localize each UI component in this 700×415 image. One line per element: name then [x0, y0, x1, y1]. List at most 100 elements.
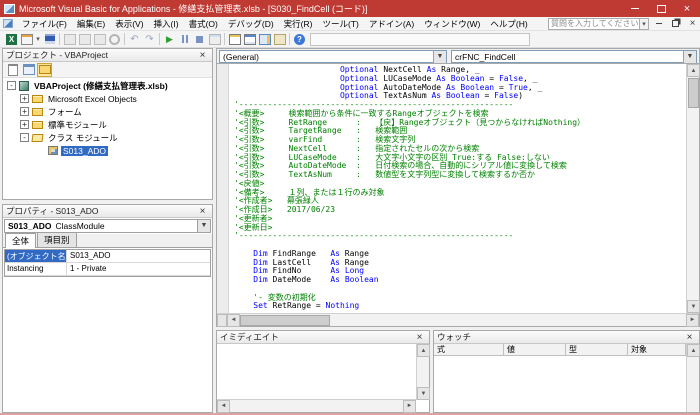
object-combo-dropdown-icon[interactable]: ▼: [197, 220, 210, 232]
immediate-vertical-scrollbar[interactable]: ▲ ▼: [416, 344, 429, 400]
scroll-up-icon[interactable]: ▲: [687, 344, 700, 357]
properties-close-icon[interactable]: ×: [196, 206, 209, 217]
property-value[interactable]: S013_ADO: [67, 250, 210, 262]
object-dropdown[interactable]: (General) ▼: [219, 50, 447, 63]
maximize-button[interactable]: [648, 0, 674, 17]
menu-item-2[interactable]: 表示(V): [110, 17, 148, 31]
collapse-icon[interactable]: -: [20, 133, 29, 142]
scroll-up-icon[interactable]: ▲: [687, 64, 700, 77]
tree-item-label[interactable]: S013_ADO: [61, 146, 108, 156]
scroll-left-icon[interactable]: ◄: [217, 400, 230, 413]
breakpoint-margin[interactable]: [217, 64, 229, 313]
properties-window-icon[interactable]: [242, 32, 257, 47]
code-text[interactable]: Optional NextCell As Range, _ Optional L…: [229, 64, 699, 313]
menu-item-4[interactable]: 書式(O): [184, 17, 223, 31]
immediate-header[interactable]: イミディエイト ×: [217, 331, 429, 344]
immediate-horizontal-scrollbar[interactable]: ◄ ►: [217, 399, 416, 412]
menu-item-7[interactable]: ツール(T): [317, 17, 363, 31]
menu-item-9[interactable]: ウィンドウ(W): [419, 17, 485, 31]
menu-item-10[interactable]: ヘルプ(H): [485, 17, 532, 31]
property-row[interactable]: (オブジェクト名) S013_ADO: [5, 250, 210, 263]
paste-icon[interactable]: [92, 32, 107, 47]
procedure-dropdown-icon[interactable]: ▼: [683, 51, 696, 63]
copy-icon[interactable]: [77, 32, 92, 47]
collapse-icon[interactable]: -: [7, 81, 16, 90]
code-line[interactable]: '<作成日> 2017/06/23: [234, 206, 699, 215]
tree-item-label[interactable]: Microsoft Excel Objects: [46, 94, 139, 104]
save-icon[interactable]: [42, 32, 57, 47]
cut-icon[interactable]: [62, 32, 77, 47]
tree-item-vbaproject[interactable]: - VBAProject (修繕支払管理表.xlsb): [3, 79, 212, 92]
code-editor[interactable]: Optional NextCell As Range, _ Optional L…: [217, 64, 699, 313]
design-mode-icon[interactable]: [207, 32, 222, 47]
tree-item-label[interactable]: フォーム: [46, 106, 84, 118]
tab-categorized[interactable]: 項目別: [37, 232, 77, 247]
toolbox-icon[interactable]: [272, 32, 287, 47]
tab-alphabetic[interactable]: 全体: [5, 233, 36, 248]
run-icon[interactable]: [162, 32, 177, 47]
tree-item-label[interactable]: 標準モジュール: [46, 119, 109, 131]
code-line[interactable]: Dim DateMode As Boolean: [234, 276, 699, 285]
code-line[interactable]: '---------------------------------------…: [234, 232, 699, 241]
menu-item-6[interactable]: 実行(R): [279, 17, 318, 31]
tree-item-forms[interactable]: + フォーム: [3, 105, 212, 118]
immediate-close-icon[interactable]: ×: [413, 332, 426, 343]
menu-item-3[interactable]: 挿入(I): [149, 17, 184, 31]
toggle-folders-icon[interactable]: [37, 63, 52, 77]
tree-item-label[interactable]: クラス モジュール: [46, 132, 120, 144]
project-explorer-header[interactable]: プロジェクト - VBAProject ×: [3, 49, 212, 62]
menu-item-5[interactable]: デバッグ(D): [223, 17, 279, 31]
project-explorer-icon[interactable]: [227, 32, 242, 47]
expand-icon[interactable]: +: [20, 107, 29, 116]
menu-item-8[interactable]: アドイン(A): [364, 17, 419, 31]
watch-header[interactable]: ウォッチ ×: [434, 331, 699, 344]
scrollbar-thumb[interactable]: [240, 315, 330, 326]
procedure-dropdown[interactable]: crFNC_FindCell ▼: [451, 50, 697, 63]
property-row[interactable]: Instancing 1 - Private: [5, 263, 210, 276]
property-name[interactable]: (オブジェクト名): [5, 250, 67, 262]
tree-item-class-modules[interactable]: - クラス モジュール: [3, 131, 212, 144]
question-input[interactable]: 質問を入力してください: [548, 18, 640, 30]
view-code-icon[interactable]: [5, 63, 20, 77]
expand-icon[interactable]: +: [20, 94, 29, 103]
project-explorer-close-icon[interactable]: ×: [196, 50, 209, 61]
watch-column-2[interactable]: 型: [566, 344, 628, 355]
scroll-right-icon[interactable]: ►: [686, 314, 699, 327]
watch-vertical-scrollbar[interactable]: ▲: [686, 344, 699, 412]
object-browser-icon[interactable]: [257, 32, 272, 47]
tree-item-std-modules[interactable]: + 標準モジュール: [3, 118, 212, 131]
watch-column-1[interactable]: 値: [504, 344, 566, 355]
dropdown-icon[interactable]: [34, 32, 42, 47]
scroll-up-icon[interactable]: ▲: [417, 344, 430, 357]
code-line[interactable]: '<更新者>: [234, 215, 699, 224]
property-name[interactable]: Instancing: [5, 263, 67, 275]
view-object-icon[interactable]: [21, 63, 36, 77]
tree-item-label[interactable]: VBAProject (修繕支払管理表.xlsb): [32, 80, 170, 92]
code-line[interactable]: '<引数> TextAsNum : 数値型を文字列型に変換して検索するか否か: [234, 171, 699, 180]
close-button[interactable]: ×: [674, 0, 700, 17]
code-vertical-scrollbar[interactable]: ▲ ▼: [686, 64, 699, 313]
scroll-down-icon[interactable]: ▼: [687, 300, 700, 313]
undo-icon[interactable]: [127, 32, 142, 47]
scroll-down-icon[interactable]: ▼: [417, 387, 430, 400]
child-system-menu-icon[interactable]: [3, 19, 13, 28]
question-dropdown-icon[interactable]: ▾: [640, 18, 649, 30]
menu-item-1[interactable]: 編集(E): [72, 17, 110, 31]
object-dropdown-icon[interactable]: ▼: [433, 51, 446, 63]
child-close-button[interactable]: ×: [685, 18, 700, 30]
watch-column-0[interactable]: 式: [434, 344, 504, 355]
child-restore-button[interactable]: [668, 18, 683, 30]
find-icon[interactable]: [107, 32, 122, 47]
help-icon[interactable]: [292, 32, 307, 47]
insert-userform-icon[interactable]: [19, 32, 34, 47]
split-box[interactable]: [217, 314, 227, 327]
tree-item-excel-objects[interactable]: + Microsoft Excel Objects: [3, 92, 212, 105]
watch-column-3[interactable]: 対象: [628, 344, 686, 355]
minimize-button[interactable]: [622, 0, 648, 17]
tree-item-s013-ado[interactable]: S013_ADO: [3, 144, 212, 157]
child-minimize-button[interactable]: [651, 18, 666, 30]
break-icon[interactable]: [177, 32, 192, 47]
object-combobox[interactable]: S013_ADO ClassModule ▼: [4, 219, 211, 233]
reset-icon[interactable]: [192, 32, 207, 47]
expand-icon[interactable]: +: [20, 120, 29, 129]
